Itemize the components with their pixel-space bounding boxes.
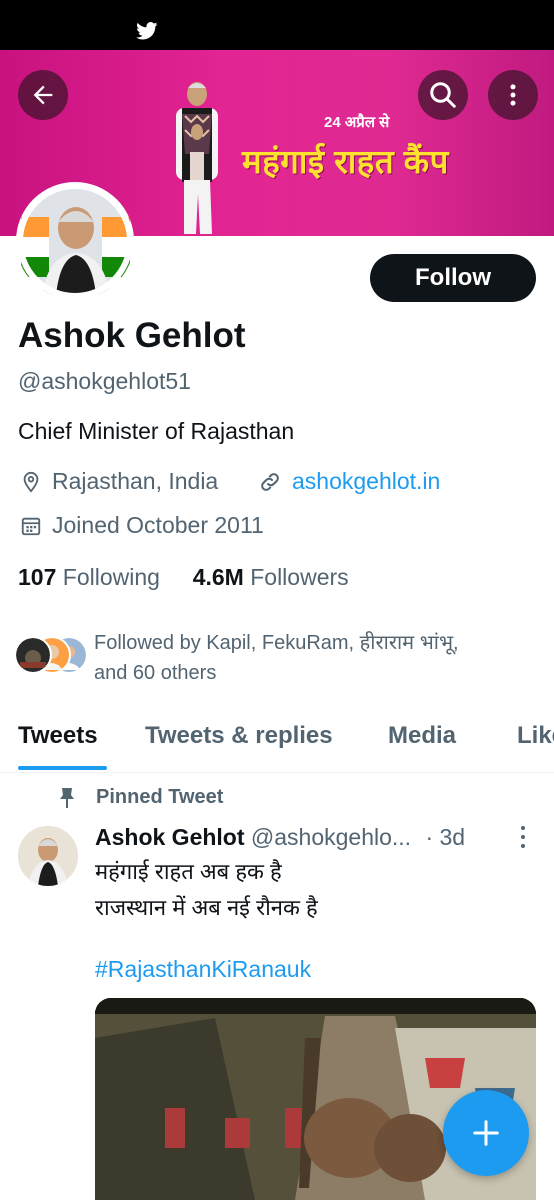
followers-count: 4.6M (192, 564, 244, 590)
profile-name: Ashok Gehlot (18, 316, 246, 355)
plus-icon (473, 1120, 499, 1146)
tab-media[interactable]: Media (388, 722, 456, 750)
more-options-button[interactable] (488, 70, 538, 120)
search-icon (430, 82, 456, 108)
profile-bio: Chief Minister of Rajasthan (18, 418, 295, 444)
banner-date-text: 24 अप्रैल से (324, 114, 390, 131)
followers-label: Followers (250, 564, 349, 590)
following-count: 107 (18, 564, 57, 590)
banner-title: महंगाई राहत कैंप (242, 143, 449, 180)
profile-avatar[interactable] (16, 182, 134, 300)
followed-by-line-2: and 60 others (94, 662, 217, 684)
tab-likes[interactable]: Likes (517, 722, 554, 750)
following-link[interactable]: 107 Following (18, 564, 160, 590)
tweet-hashtag[interactable]: #RajasthanKiRanauk (95, 956, 311, 983)
profile-stats: 107 Following 4.6M Followers (18, 564, 349, 591)
avatar-image (17, 183, 133, 299)
tab-tweets-replies[interactable]: Tweets & replies (145, 722, 333, 750)
pinned-label-row: Pinned Tweet (58, 786, 223, 809)
profile-website-link[interactable]: ashokgehlot.in (292, 468, 440, 495)
follow-button[interactable]: Follow (370, 254, 536, 302)
profile-location-row: Rajasthan, India (20, 468, 218, 495)
profile-handle: @ashokgehlot51 (18, 368, 191, 394)
twitter-bird-icon (136, 22, 158, 40)
status-bar (0, 0, 554, 50)
tweet-avatar-image (18, 826, 78, 886)
followed-by-text[interactable]: Followed by Kapil, FekuRam, हीराराम भांभ… (94, 628, 514, 688)
link-icon (261, 472, 279, 491)
location-pin-icon (23, 471, 39, 493)
banner-person-image (176, 82, 218, 234)
tab-tweets[interactable]: Tweets (18, 722, 98, 750)
tweet-time: · 3d (425, 824, 466, 850)
active-tab-indicator (18, 766, 107, 770)
back-button[interactable] (18, 70, 68, 120)
follower-avatar-1 (14, 636, 52, 674)
pinned-label: Pinned Tweet (96, 786, 224, 808)
profile-joined: Joined October 2011 (52, 512, 264, 538)
tweet-author-name[interactable]: Ashok Gehlot (95, 824, 245, 850)
calendar-icon (21, 517, 41, 535)
arrow-left-icon (33, 85, 53, 105)
following-label: Following (62, 564, 160, 590)
profile-tabs: Tweets Tweets & replies Media Likes (0, 712, 554, 773)
tweet-header: Ashok Gehlot @ashokgehlo... · 3d (95, 824, 465, 851)
tweet-author-handle[interactable]: @ashokgehlo... (251, 824, 411, 850)
profile-website-row[interactable]: ashokgehlot.in (258, 468, 440, 495)
compose-tweet-button[interactable] (443, 1090, 529, 1176)
profile-location: Rajasthan, India (52, 468, 219, 494)
profile-joined-row: Joined October 2011 (20, 512, 264, 539)
tweet-text-line-2: राजस्थान में अब नई रौनक है (95, 895, 318, 920)
tweet-more-icon[interactable] (516, 824, 530, 850)
followed-by-line-1: Followed by Kapil, FekuRam, हीराराम भांभ… (94, 632, 459, 654)
tweet-author-avatar[interactable] (18, 826, 78, 886)
followers-link[interactable]: 4.6M Followers (193, 564, 349, 590)
pin-icon (60, 787, 74, 808)
more-vertical-icon (510, 84, 516, 106)
search-button[interactable] (418, 70, 468, 120)
tweet-text-line-1: महंगाई राहत अब हक है (95, 859, 282, 884)
